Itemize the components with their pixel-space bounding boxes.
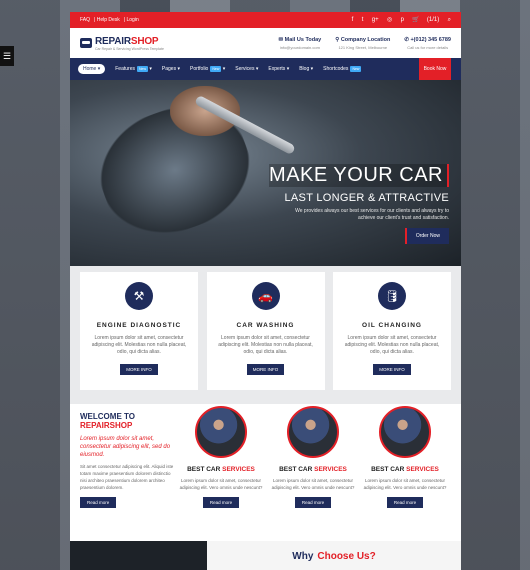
services-section: ⚒ ENGINE DIAGNOSTIC Lorem ipsum dolor si…: [70, 266, 461, 404]
book-now-button[interactable]: Book Now: [419, 58, 451, 80]
best-car-text: Lorem ipsum dolor sit amet, consectetur …: [179, 478, 263, 490]
welcome-section: WELCOME TO REPAIRSHOP Lorem ipsum dolor …: [70, 404, 461, 524]
nav-home[interactable]: Home ▾: [78, 64, 106, 74]
nav-services[interactable]: Services ▾: [235, 66, 258, 72]
mechanic-photo: [195, 406, 247, 458]
hero-title: MAKE YOUR CAR: [269, 164, 449, 187]
oil-icon: 🛢: [378, 282, 406, 310]
more-info-button[interactable]: MORE INFO: [120, 364, 158, 375]
best-car-card-2: BEST CAR SERVICES Lorem ipsum dolor sit …: [270, 406, 356, 509]
social-links: f t g+ ◎ p 🛒 (1/1) ⌕: [345, 16, 451, 24]
best-car-card-1: BEST CAR SERVICES Lorem ipsum dolor sit …: [178, 406, 264, 509]
side-toggle-button[interactable]: ☰: [0, 46, 14, 66]
faq-link[interactable]: FAQ: [80, 17, 90, 23]
cart-count[interactable]: (1/1): [427, 17, 439, 23]
contact-location: ⚲ Company Location 121 King Street, Melb…: [335, 36, 391, 50]
hero-subtitle: LAST LONGER & ATTRACTIVE: [284, 192, 449, 204]
more-info-button[interactable]: MORE INFO: [373, 364, 411, 375]
nav-experts[interactable]: Experts ▾: [268, 66, 289, 72]
mail-icon: ✉: [278, 36, 284, 43]
contact-info: ✉ Mail Us Today info@yourdomain.com ⚲ Co…: [279, 37, 451, 50]
page-preview: FAQ | Help Desk | Login f t g+ ◎ p 🛒 (1/1) …: [70, 12, 461, 570]
welcome-intro: WELCOME TO REPAIRSHOP Lorem ipsum dolor …: [80, 412, 175, 509]
best-car-title: BEST CAR SERVICES: [371, 466, 439, 473]
hero-slider: MAKE YOUR CAR LAST LONGER & ATTRACTIVE W…: [70, 80, 461, 266]
service-text: Lorem ipsum dolor sit amet, consectetur …: [344, 335, 440, 355]
welcome-brand: REPAIRSHOP: [80, 421, 133, 430]
nav-features[interactable]: Features New ▾: [115, 66, 152, 72]
mechanic-photo: [379, 406, 431, 458]
logo[interactable]: REPAIRSHOP Car Repair & Servicing WordPr…: [80, 36, 164, 51]
contact-phone: ✆ +(012) 345 6789 Call us for more detai…: [404, 36, 451, 50]
twitter-icon[interactable]: t: [362, 17, 364, 23]
why-choose-section: Why Choose Us?: [70, 541, 461, 570]
contact-mail: ✉ Mail Us Today info@yourdomain.com: [278, 36, 322, 50]
more-info-button[interactable]: MORE INFO: [246, 364, 285, 375]
service-text: Lorem ipsum dolor sit amet, consectetur …: [218, 335, 313, 355]
service-title: OIL CHANGING: [362, 322, 422, 329]
logo-text: REPAIRSHOP: [95, 35, 159, 47]
search-icon[interactable]: ⌕: [448, 17, 451, 23]
car-wash-icon: 🚗: [251, 282, 280, 310]
why-choose-title: Why Choose Us?: [207, 541, 461, 570]
read-more-button[interactable]: Read more: [202, 497, 240, 508]
nav-blog[interactable]: Blog ▾: [299, 66, 313, 72]
location-pin-icon: ⚲: [335, 36, 340, 43]
nav-portfolio[interactable]: Portfolio New ▾: [190, 66, 225, 72]
read-more-button[interactable]: Read more: [386, 497, 424, 508]
google-plus-icon[interactable]: g+: [372, 17, 379, 23]
service-card-washing: 🚗 CAR WASHING Lorem ipsum dolor sit amet…: [206, 272, 325, 390]
best-car-text: Lorem ipsum dolor sit amet, consectetur …: [363, 478, 447, 490]
welcome-text: Sit amet consectetur adipiscing elit. Al…: [80, 464, 174, 490]
top-links: FAQ | Help Desk | Login: [80, 17, 139, 23]
nav-shortcodes[interactable]: Shortcodes New: [323, 66, 362, 72]
order-now-button[interactable]: Order Now: [404, 228, 449, 244]
top-bar: FAQ | Help Desk | Login f t g+ ◎ p 🛒 (1/1) …: [70, 12, 461, 28]
cart-icon[interactable]: 🛒: [412, 17, 419, 23]
pinterest-icon[interactable]: p: [401, 17, 404, 23]
welcome-title: WELCOME TO: [80, 412, 135, 421]
read-more-button[interactable]: Read more: [80, 497, 117, 508]
nav-pages[interactable]: Pages ▾: [162, 66, 180, 72]
why-choose-image: [70, 541, 207, 570]
hero-text: We provides always our best services for…: [295, 208, 449, 221]
welcome-quote: Lorem ipsum dolor sit amet, consectetur …: [80, 436, 171, 458]
logo-car-icon: [80, 38, 92, 48]
main-nav: Home ▾ Features New ▾ Pages ▾ Portfolio Ne…: [70, 58, 461, 80]
service-card-oil: 🛢 OIL CHANGING Lorem ipsum dolor sit ame…: [333, 272, 451, 390]
best-car-title: BEST CAR SERVICES: [279, 466, 347, 473]
header: REPAIRSHOP Car Repair & Servicing WordPr…: [70, 28, 461, 58]
facebook-icon[interactable]: f: [352, 17, 354, 23]
mechanic-photo: [287, 406, 339, 458]
best-car-title: BEST CAR SERVICES: [187, 466, 255, 473]
service-title: ENGINE DIAGNOSTIC: [96, 322, 182, 329]
help-desk-link[interactable]: Help Desk: [97, 17, 120, 23]
phone-icon: ✆: [404, 36, 409, 43]
read-more-button[interactable]: Read more: [294, 497, 332, 508]
engine-icon: ⚒: [125, 282, 153, 310]
login-link[interactable]: Login: [127, 17, 139, 23]
best-car-text: Lorem ipsum dolor sit amet, consectetur …: [271, 478, 355, 490]
service-title: CAR WASHING: [236, 322, 295, 329]
instagram-icon[interactable]: ◎: [387, 17, 392, 23]
service-text: Lorem ipsum dolor sit amet, consectetur …: [91, 335, 187, 355]
best-car-card-3: BEST CAR SERVICES Lorem ipsum dolor sit …: [362, 406, 448, 509]
service-card-engine: ⚒ ENGINE DIAGNOSTIC Lorem ipsum dolor si…: [80, 272, 198, 390]
logo-tagline: Car Repair & Servicing WordPress Templat…: [95, 46, 164, 51]
